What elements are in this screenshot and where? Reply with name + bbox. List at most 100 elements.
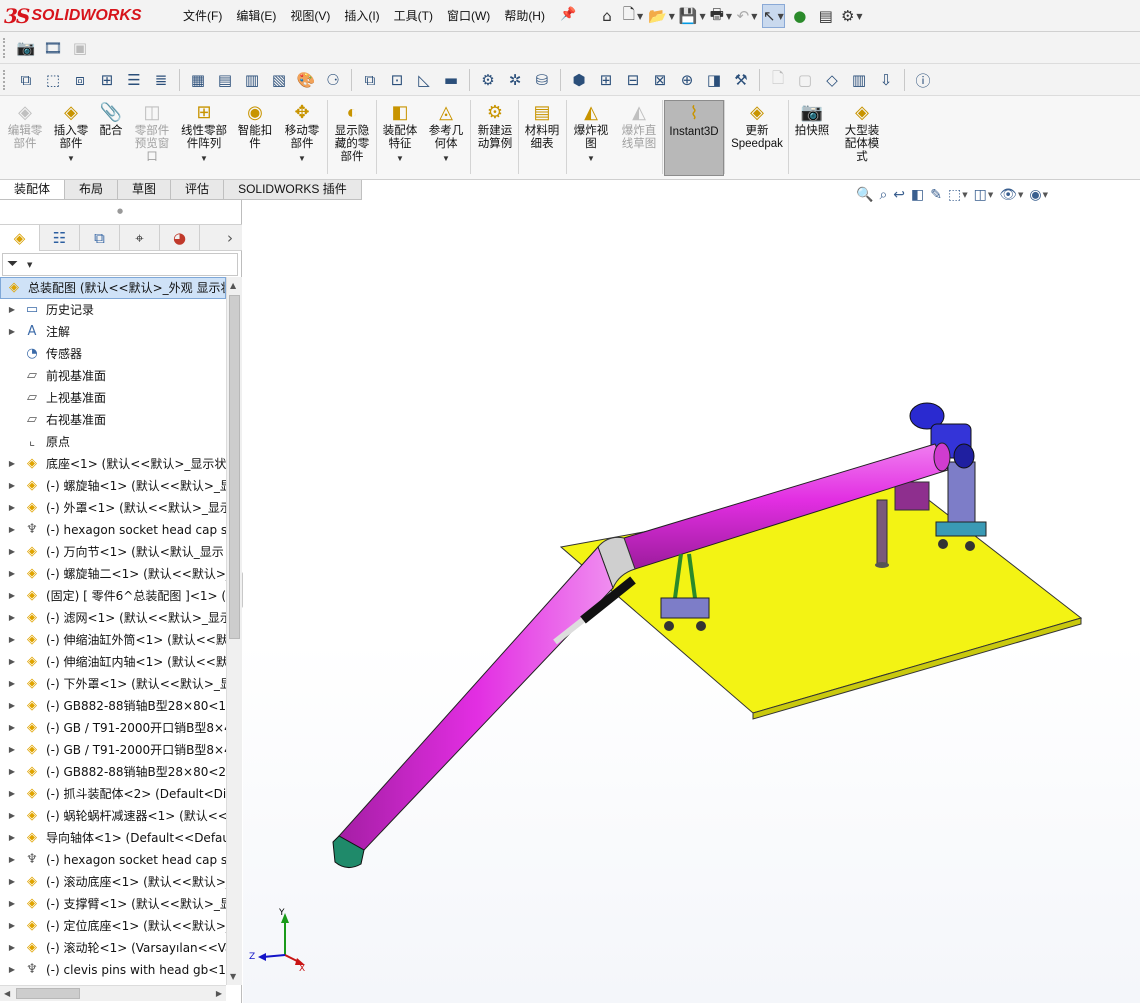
rebuild-icon[interactable]: ●	[789, 4, 811, 28]
expand-arrow-icon[interactable]: ▶	[7, 827, 17, 849]
zoom-to-area-icon[interactable]: ⌕	[879, 187, 887, 203]
menu-edit[interactable]: 编辑(E)	[229, 0, 283, 32]
tab-assembly[interactable]: 装配体	[0, 180, 66, 200]
chevron-down-icon[interactable]: ▼	[67, 152, 75, 165]
file-properties-icon[interactable]: ▤	[815, 4, 837, 28]
tree-node[interactable]: ◔ 传感器	[0, 343, 226, 365]
expand-arrow-icon[interactable]: ▶	[7, 673, 17, 695]
tool-icon[interactable]: ⧈	[68, 68, 92, 92]
command-button[interactable]: 📷 拍快照	[790, 100, 834, 176]
expand-arrow-icon[interactable]: ▶	[7, 893, 17, 915]
scroll-thumb[interactable]	[16, 988, 80, 999]
tree-node[interactable]: ▶ ◈ (-) GB882-88销轴B型28×80<2:	[0, 761, 226, 783]
chevron-down-icon[interactable]: ▼	[27, 261, 32, 269]
tree-node[interactable]: ▶ ◈ (-) 外罩<1> (默认<<默认>_显示	[0, 497, 226, 519]
tree-node[interactable]: ▱ 上视基准面	[0, 387, 226, 409]
expand-arrow-icon[interactable]: ▶	[7, 651, 17, 673]
tree-node[interactable]: ▶ ◈ (-) 螺旋轴二<1> (默认<<默认>_	[0, 563, 226, 585]
tree-node[interactable]: ▶ ◈ (-) 蜗轮蜗杆减速器<1> (默认<<	[0, 805, 226, 827]
tool-icon[interactable]: ▤	[213, 68, 237, 92]
options-icon[interactable]: ⚙ ▼	[841, 4, 863, 28]
command-button[interactable]: ◈ 更新 Speedpak	[726, 100, 788, 176]
panel-grip[interactable]: ●	[117, 207, 123, 215]
previous-view-icon[interactable]: ↩	[893, 187, 905, 203]
command-button[interactable]: ⊞ 线性零部 件阵列 ▼	[176, 100, 232, 176]
command-button[interactable]: ◉ 智能扣 件	[234, 100, 276, 176]
expand-arrow-icon[interactable]: ▶	[7, 607, 17, 629]
tool-icon[interactable]: ⊡	[385, 68, 409, 92]
expand-arrow-icon[interactable]: ▶	[7, 321, 17, 343]
menu-help[interactable]: 帮助(H)	[497, 0, 552, 32]
chevron-down-icon[interactable]: ▼	[298, 152, 306, 165]
hide-show-items-icon[interactable]: 👁 ▼	[999, 187, 1023, 203]
select-icon[interactable]: ↖ ▼	[762, 4, 785, 28]
tool-icon[interactable]: ▬	[439, 68, 463, 92]
tree-node[interactable]: ▶ ◈ (-) 螺旋轴<1> (默认<<默认>_显	[0, 475, 226, 497]
tree-node[interactable]: ▶ ♆ (-) hexagon socket head cap s	[0, 849, 226, 871]
save-icon[interactable]: 💾 ▼	[679, 4, 706, 28]
tree-vertical-scrollbar[interactable]: ▲ ▼	[226, 277, 242, 985]
tree-horizontal-scrollbar[interactable]: ◀ ▶	[0, 985, 226, 1001]
tool-icon[interactable]: ⚆	[321, 68, 345, 92]
tree-node[interactable]: ▶ ◈ (-) 伸缩油缸内轴<1> (默认<<默	[0, 651, 226, 673]
tool-icon[interactable]: ⊞	[594, 68, 618, 92]
scroll-right-icon[interactable]: ▶	[216, 989, 222, 998]
tree-node[interactable]: ▶ ◈ (-) 下外罩<1> (默认<<默认>_显	[0, 673, 226, 695]
tree-node[interactable]: ▶ ♆ (-) clevis pins with head gb<1	[0, 959, 226, 981]
assembly-model[interactable]	[243, 200, 1140, 1003]
tree-node[interactable]: ▶ ◈ (-) 滚动轮<1> (Varsayılan<<Va	[0, 937, 226, 959]
command-button[interactable]: ◬ 参考几 何体 ▼	[422, 100, 470, 176]
command-button[interactable]: 📎 配合	[94, 100, 128, 176]
expand-arrow-icon[interactable]: ▶	[7, 761, 17, 783]
tool-icon[interactable]: ▢	[793, 68, 817, 92]
tree-node[interactable]: ▶ ◈ 底座<1> (默认<<默认>_显示状	[0, 453, 226, 475]
tool-icon[interactable]: 🗋	[766, 68, 790, 92]
toolbar-grip[interactable]	[3, 38, 6, 58]
tool-icon[interactable]: ⊠	[648, 68, 672, 92]
command-button[interactable]: ✥ 移动零 部件 ▼	[276, 100, 328, 176]
tree-node[interactable]: ⌞ 原点	[0, 431, 226, 453]
tree-filter[interactable]: ⏷ ▼	[2, 253, 238, 276]
expand-arrow-icon[interactable]: ▶	[7, 959, 17, 981]
tool-icon[interactable]: ⬚	[41, 68, 65, 92]
menu-tools[interactable]: 工具(T)	[387, 0, 440, 32]
command-button[interactable]: ◐ 显示隐 藏的零 部件	[328, 100, 376, 176]
solidworks-logo[interactable]: 3S SOLIDWORKS	[4, 3, 142, 29]
tab-sketch[interactable]: 草图	[118, 180, 172, 200]
tool-icon[interactable]: ⊕	[675, 68, 699, 92]
expand-arrow-icon[interactable]: ▶	[7, 475, 17, 497]
chevron-down-icon[interactable]: ▼	[396, 152, 404, 165]
command-button[interactable]: ◭ 爆炸视 图 ▼	[568, 100, 614, 176]
tool-icon[interactable]: ⇩	[874, 68, 898, 92]
command-button[interactable]: ⚙ 新建运 动算例	[472, 100, 518, 176]
tree-node[interactable]: ▶ ◈ (-) 支撑臂<1> (默认<<默认>_显	[0, 893, 226, 915]
expand-arrow-icon[interactable]: ▶	[7, 695, 17, 717]
display-manager-tab-icon[interactable]: ◕	[160, 225, 200, 251]
tree-node[interactable]: ▶ ◈ (-) GB882-88销轴B型28×80<1:	[0, 695, 226, 717]
chevron-right-icon[interactable]: ›	[218, 225, 242, 250]
command-button[interactable]: ◫ 零部件 预览窗 口	[128, 100, 176, 176]
tree-node[interactable]: ▶ ◈ (-) 滚动底座<1> (默认<<默认>_	[0, 871, 226, 893]
undo-icon[interactable]: ↶ ▼	[736, 4, 758, 28]
tree-node[interactable]: ▶ ◈ (-) 抓斗装配体<2> (Default<Dis	[0, 783, 226, 805]
dimxpert-tab-icon[interactable]: ⌖	[120, 225, 160, 251]
section-view-icon[interactable]: ◧	[911, 187, 924, 203]
tree-node[interactable]: ▶ ◈ (-) 伸缩油缸外筒<1> (默认<<默	[0, 629, 226, 651]
menu-window[interactable]: 窗口(W)	[440, 0, 497, 32]
menu-insert[interactable]: 插入(I)	[337, 0, 386, 32]
chevron-down-icon[interactable]: ▼	[200, 152, 208, 165]
chevron-down-icon[interactable]: ▼	[442, 152, 450, 165]
tool-icon[interactable]: ▧	[267, 68, 291, 92]
command-button[interactable]: ◈ 插入零 部件 ▼	[48, 100, 94, 176]
tree-node[interactable]: ▶ ♆ (-) hexagon socket head cap s	[0, 519, 226, 541]
expand-arrow-icon[interactable]: ▶	[7, 585, 17, 607]
tree-node[interactable]: ▶ ◈ (固定) [ 零件6^总装配图 ]<1> (	[0, 585, 226, 607]
menu-file[interactable]: 文件(F)	[176, 0, 229, 32]
pin-menu-icon[interactable]: 📌	[560, 7, 576, 22]
expand-arrow-icon[interactable]: ▶	[7, 717, 17, 739]
expand-arrow-icon[interactable]: ▶	[7, 805, 17, 827]
expand-arrow-icon[interactable]: ▶	[7, 519, 17, 541]
command-button[interactable]: ⌇ Instant3D	[664, 100, 724, 176]
tree-node[interactable]: ▶ ◈ (-) 万向节<1> (默认<默认_显示	[0, 541, 226, 563]
scroll-left-icon[interactable]: ◀	[4, 989, 10, 998]
